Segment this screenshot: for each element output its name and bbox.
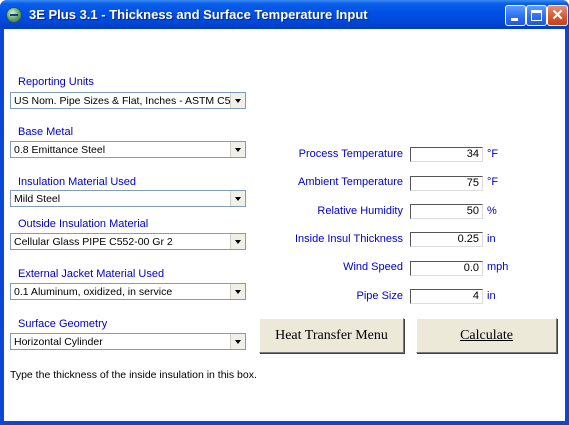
external-jacket-value: 0.1 Aluminum, oxidized, in service [14, 286, 173, 298]
inside-insul-thickness-unit: in [487, 233, 496, 245]
app-window: 3E Plus 3.1 - Thickness and Surface Temp… [0, 0, 569, 425]
process-temperature-value: 34 [466, 148, 479, 160]
chevron-down-icon[interactable] [230, 191, 245, 206]
close-button[interactable]: ✕ [547, 5, 568, 26]
client-area: Reporting Units US Nom. Pipe Sizes & Fla… [4, 29, 565, 421]
ambient-temperature-unit: °F [487, 176, 499, 188]
insulation-material-label: Insulation Material Used [18, 176, 137, 188]
chevron-down-icon[interactable] [230, 334, 245, 349]
heat-transfer-menu-button[interactable]: Heat Transfer Menu [259, 318, 404, 353]
inside-insul-thickness-input[interactable]: 0.25 [410, 232, 483, 247]
wind-speed-value: 0.0 [463, 262, 479, 274]
external-jacket-label: External Jacket Material Used [18, 268, 165, 280]
calculate-label: Calculate [460, 328, 513, 343]
inside-insul-thickness-label: Inside Insul Thickness [294, 233, 403, 245]
relative-humidity-value: 50 [466, 205, 479, 217]
pipe-size-input[interactable]: 4 [410, 289, 483, 304]
chevron-down-icon[interactable] [230, 93, 245, 108]
ambient-temperature-label: Ambient Temperature [298, 176, 403, 188]
pipe-size-value: 4 [472, 290, 479, 302]
window-title: 3E Plus 3.1 - Thickness and Surface Temp… [29, 7, 368, 22]
outside-insulation-label: Outside Insulation Material [18, 218, 149, 230]
maximize-button[interactable] [526, 5, 547, 26]
inside-insul-thickness-value: 0.25 [457, 233, 479, 245]
wind-speed-label: Wind Speed [343, 261, 403, 273]
base-metal-value: 0.8 Emittance Steel [14, 144, 106, 156]
pipe-size-unit: in [487, 290, 496, 302]
ambient-temperature-value: 75 [466, 177, 479, 189]
process-temperature-input[interactable]: 34 [410, 147, 483, 162]
surface-geometry-select[interactable]: Horizontal Cylinder [10, 333, 246, 350]
calculate-button[interactable]: Calculate [416, 318, 557, 353]
wind-speed-unit: mph [487, 261, 509, 273]
reporting-units-value: US Nom. Pipe Sizes & Flat, Inches - ASTM… [14, 95, 243, 107]
minimize-button[interactable] [505, 5, 526, 26]
reporting-units-label: Reporting Units [18, 76, 94, 88]
surface-geometry-label: Surface Geometry [18, 318, 108, 330]
surface-geometry-value: Horizontal Cylinder [14, 336, 103, 348]
app-icon[interactable] [6, 7, 22, 23]
ambient-temperature-input[interactable]: 75 [410, 176, 483, 191]
wind-speed-input[interactable]: 0.0 [410, 261, 483, 276]
process-temperature-unit: °F [487, 148, 499, 160]
relative-humidity-input[interactable]: 50 [410, 204, 483, 219]
title-bar[interactable]: 3E Plus 3.1 - Thickness and Surface Temp… [0, 0, 569, 29]
minimize-icon [511, 18, 518, 21]
maximize-icon [531, 10, 542, 21]
pipe-size-label: Pipe Size [356, 290, 403, 302]
reporting-units-select[interactable]: US Nom. Pipe Sizes & Flat, Inches - ASTM… [10, 92, 246, 109]
status-hint: Type the thickness of the inside insulat… [10, 369, 257, 381]
process-temperature-label: Process Temperature [298, 148, 403, 160]
heat-transfer-menu-label: Heat Transfer Menu [275, 328, 388, 343]
base-metal-label: Base Metal [18, 126, 74, 138]
relative-humidity-unit: % [487, 205, 497, 217]
close-icon: ✕ [551, 7, 564, 24]
outside-insulation-value: Cellular Glass PIPE C552-00 Gr 2 [14, 236, 173, 248]
window-bottom-border [0, 421, 569, 425]
insulation-material-value: Mild Steel [14, 193, 61, 205]
relative-humidity-label: Relative Humidity [317, 205, 403, 217]
